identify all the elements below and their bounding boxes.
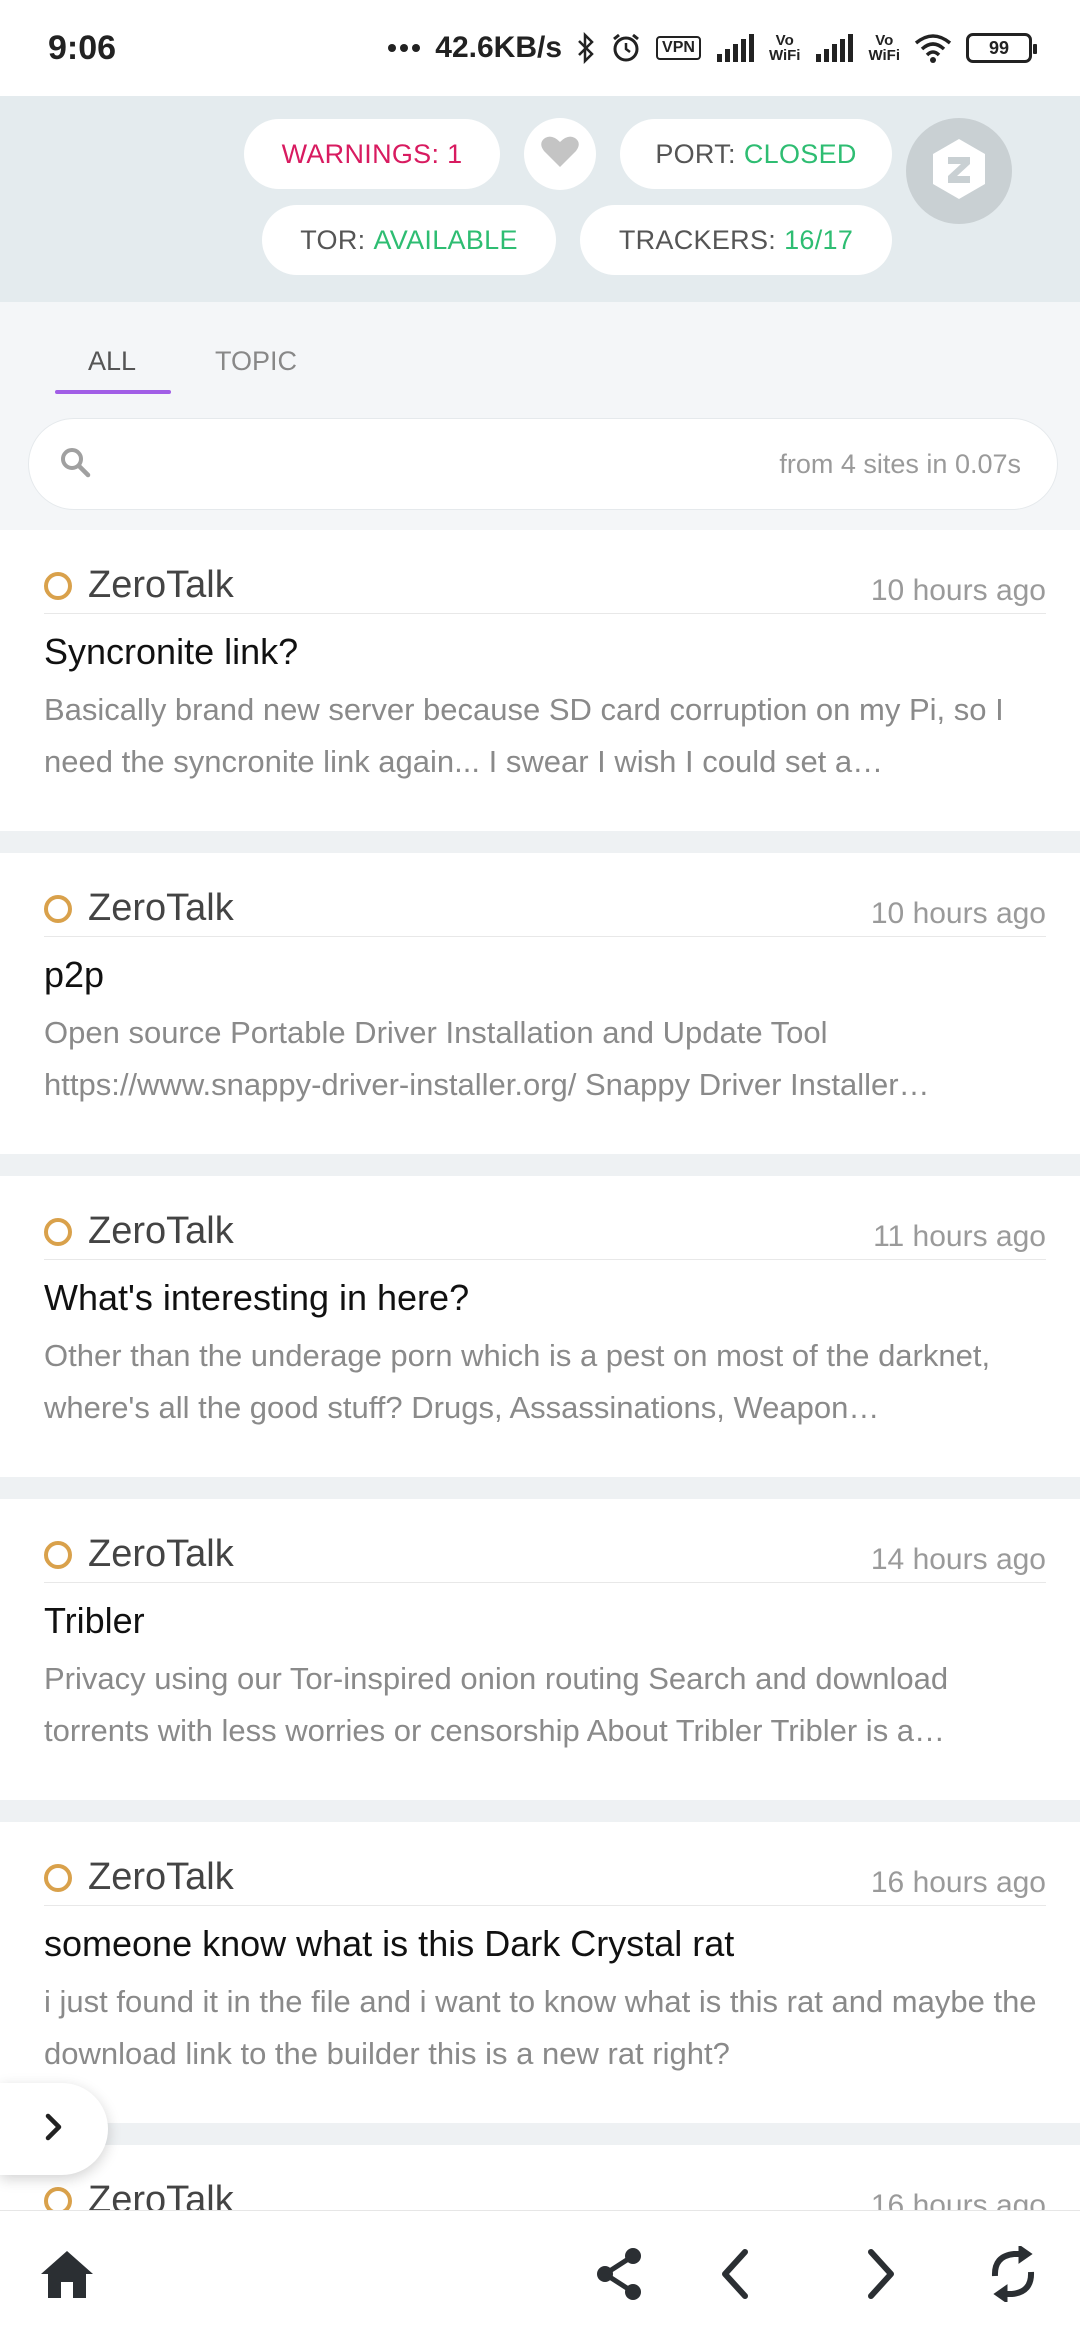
bluetooth-icon [576,32,596,64]
post-site[interactable]: ZeroTalk [88,887,234,930]
post-feed: ZeroTalk 10 hours ago Syncronite link? B… [0,530,1080,2210]
battery-icon: 99 [966,33,1037,63]
post-site[interactable]: ZeroTalk [88,564,234,607]
post-card[interactable]: ZeroTalk 14 hours ago Tribler Privacy us… [0,1499,1080,1800]
post-header: ZeroTalk 10 hours ago [44,881,1046,937]
vowifi-icon-2: Vo WiFi [868,32,900,64]
refresh-button[interactable] [978,2241,1048,2311]
port-badge[interactable]: PORT: CLOSED [620,119,892,189]
zeronet-logo-icon [931,137,987,206]
post-header: ZeroTalk 16 hours ago [44,1850,1046,1906]
post-body: i just found it in the file and i want t… [44,1984,1037,2071]
trackers-badge[interactable]: TRACKERS: 16/17 [580,205,892,275]
site-status-icon [44,2186,72,2210]
chevron-right-icon [861,2246,901,2307]
post-time: 10 hours ago [870,573,1046,607]
post-header: ZeroTalk 14 hours ago [44,1527,1046,1583]
post-header: ZeroTalk 10 hours ago [44,558,1046,614]
tor-badge[interactable]: TOR: AVAILABLE [262,205,556,275]
network-speed: 42.6KB/s [435,31,563,64]
refresh-icon [986,2243,1040,2307]
post-title[interactable]: p2p [44,951,1046,999]
post-time: 11 hours ago [873,1219,1046,1253]
tabs-area: ALL TOPIC from 4 sites in 0.07s [0,302,1080,530]
site-status-icon [44,894,72,923]
more-dots-icon [387,43,421,53]
post-card[interactable]: ZeroTalk 16 hours ago someone know what … [0,1822,1080,2123]
post-body: Basically brand new server because SD ca… [44,692,1004,779]
status-icons: 42.6KB/s VPN Vo WiFi Vo WiFi 99 [387,31,1037,65]
back-button[interactable] [700,2241,770,2311]
post-site[interactable]: ZeroTalk [88,1210,234,1253]
vpn-icon: VPN [656,36,701,60]
post-site[interactable]: ZeroTalk [88,1856,234,1899]
tab-all[interactable]: ALL [88,346,136,377]
post-title[interactable]: Syncronite link? [44,628,1046,676]
post-body: Open source Portable Driver Installation… [44,1015,930,1102]
post-title[interactable]: What's interesting in here? [44,1274,1046,1322]
chevron-left-icon [715,2246,755,2307]
post-body: Other than the underage porn which is a … [44,1338,991,1425]
tor-label: TOR: [300,224,366,255]
chevron-right-icon [43,2112,65,2147]
share-icon [591,2245,647,2308]
post-title[interactable]: Tribler [44,1597,1046,1645]
tor-value: AVAILABLE [373,224,518,255]
warnings-badge[interactable]: WARNINGS: 1 [244,119,500,189]
bottom-nav [0,2210,1080,2340]
post-header: ZeroTalk 11 hours ago [44,1204,1046,1260]
trackers-value: 16/17 [784,224,854,255]
active-tab-indicator [55,390,171,394]
post-card[interactable]: ZeroTalk 10 hours ago p2p Open source Po… [0,853,1080,1154]
site-status-icon [44,1863,72,1892]
trackers-label: TRACKERS: [618,224,777,255]
signal-icon-2 [814,34,854,62]
post-card[interactable]: ZeroTalk 16 hours ago [0,2145,1080,2210]
port-value: CLOSED [743,138,857,169]
share-button[interactable] [584,2241,654,2311]
signal-icon [715,34,755,62]
forward-button[interactable] [846,2241,916,2311]
post-card[interactable]: ZeroTalk 10 hours ago Syncronite link? B… [0,530,1080,831]
site-status-icon [44,1540,72,1569]
status-bar: 9:06 42.6KB/s VPN Vo WiFi Vo WiFi 99 [0,0,1080,96]
alarm-icon [610,32,642,64]
post-title[interactable]: someone know what is this Dark Crystal r… [44,1920,1046,1968]
post-site[interactable]: ZeroTalk [88,1533,234,1576]
post-site[interactable]: ZeroTalk [88,2179,234,2210]
site-status-icon [44,1217,72,1246]
expand-sidebar-button[interactable] [0,2083,108,2175]
home-icon [39,2248,95,2305]
clock: 9:06 [48,28,117,67]
search-stats: from 4 sites in 0.07s [779,448,1021,479]
port-label: PORT: [655,138,736,169]
donate-button[interactable] [524,118,596,190]
stats-header: WARNINGS: 1 PORT: CLOSED TOR: AVAILABLE … [0,96,1080,302]
vowifi-icon: Vo WiFi [768,32,801,64]
heart-icon [540,135,580,174]
tab-topic[interactable]: TOPIC [215,346,297,377]
search-input[interactable]: from 4 sites in 0.07s [28,418,1058,510]
post-body: Privacy using our Tor-inspired onion rou… [44,1661,949,1748]
warnings-label: WARNINGS: 1 [281,138,463,169]
wifi-icon [914,33,952,63]
post-card[interactable]: ZeroTalk 11 hours ago What's interesting… [0,1176,1080,1477]
post-header: ZeroTalk 16 hours ago [44,2173,1046,2210]
search-icon [59,446,91,483]
site-status-icon [44,571,72,600]
zeronet-logo[interactable] [906,118,1012,224]
post-time: 16 hours ago [870,2188,1046,2211]
post-time: 16 hours ago [870,1865,1046,1899]
home-button[interactable] [32,2241,102,2311]
post-time: 14 hours ago [870,1542,1046,1576]
post-time: 10 hours ago [870,896,1046,930]
